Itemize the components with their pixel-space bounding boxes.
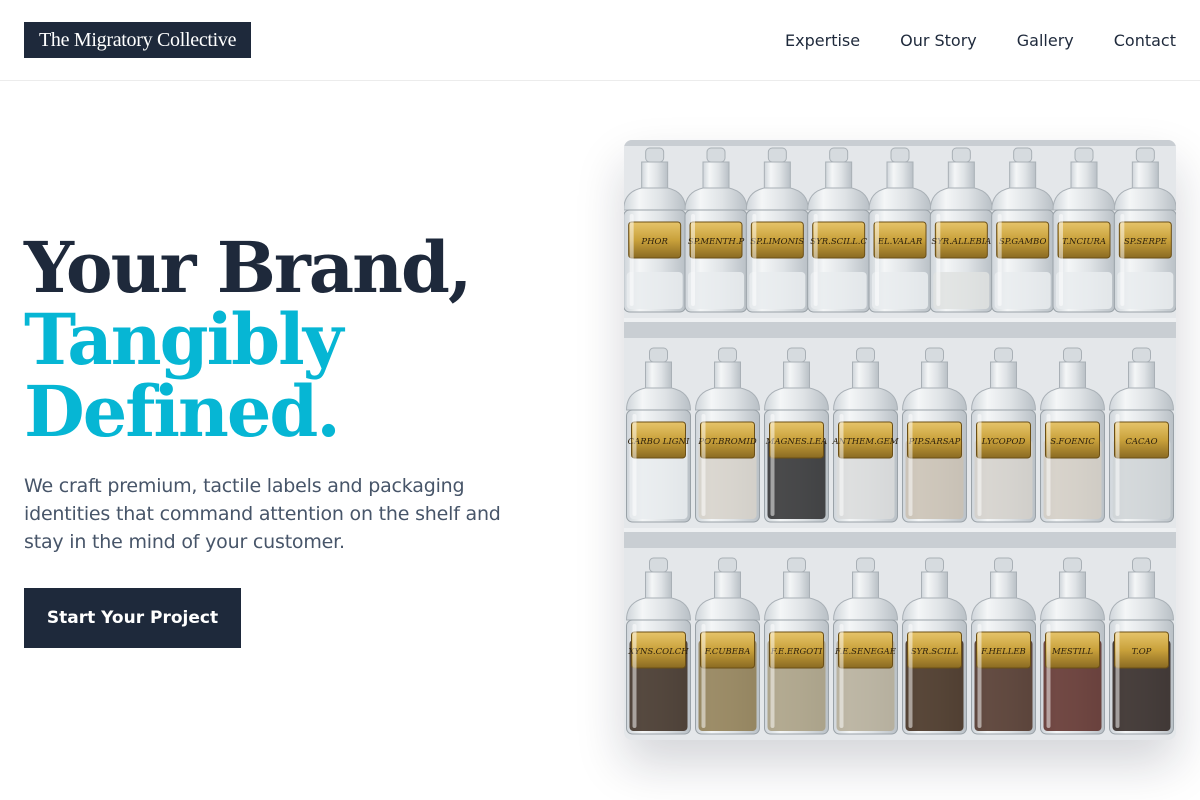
hero-subtitle: We craft premium, tactile labels and pac… bbox=[24, 475, 501, 553]
hero-title-line-1: Your Brand, bbox=[24, 226, 472, 309]
bottle-label: SP.GAMBO bbox=[999, 237, 1047, 247]
bottle-label: F.HELLEB bbox=[980, 647, 1026, 657]
nav-link-contact[interactable]: Contact bbox=[1114, 31, 1176, 50]
bottle-label: F.CUBEBA bbox=[704, 647, 751, 657]
hero-title-line-2: Tangibly bbox=[24, 298, 343, 381]
bottle-label: SYR.SCILL.C bbox=[810, 237, 867, 247]
bottle-label: SP.LIMONIS bbox=[750, 237, 804, 247]
hero-image: PHOR SP.MENTH.P SP.LIMONIS SYR.SCILL.C EL.VA… bbox=[624, 140, 1176, 740]
bottle-label: SP.SERPE bbox=[1124, 237, 1168, 247]
nav-link-gallery[interactable]: Gallery bbox=[1017, 31, 1074, 50]
bottle-label: T.OP bbox=[1132, 647, 1152, 657]
bottle-label: S.FOENIC bbox=[1050, 437, 1095, 447]
nav-link-our-story[interactable]: Our Story bbox=[900, 31, 977, 50]
apothecary-bottles-illustration: PHOR SP.MENTH.P SP.LIMONIS SYR.SCILL.C EL.VA… bbox=[624, 140, 1176, 740]
bottle-label: PHOR bbox=[640, 237, 668, 247]
start-project-button[interactable]: Start Your Project bbox=[24, 588, 241, 648]
bottle-label: SYR.ALLEBIA bbox=[931, 237, 991, 247]
bottle-label: SP.MENTH.P bbox=[688, 237, 745, 247]
bottle-label: F.E.ERGOTI bbox=[770, 647, 823, 657]
logo[interactable]: The Migratory Collective bbox=[24, 22, 252, 58]
bottle-label: POT.BROMID bbox=[697, 437, 756, 447]
hero-title-line-3: Defined. bbox=[24, 370, 341, 453]
bottle-label: SYR.SCILL bbox=[911, 647, 959, 657]
main-nav: Expertise Our Story Gallery Contact bbox=[785, 0, 1176, 80]
bottle-label: EL.VALAR bbox=[877, 237, 923, 247]
bottle-label: XYNS.COLCH bbox=[627, 647, 689, 657]
bottle-label: MESTILL bbox=[1051, 647, 1093, 657]
bottle-label: CARBO LIGNI bbox=[628, 437, 690, 447]
nav-link-expertise[interactable]: Expertise bbox=[785, 31, 860, 50]
hero-title: Your Brand, Tangibly Defined. bbox=[24, 232, 544, 448]
bottle-label: CACAO bbox=[1125, 437, 1157, 447]
bottle-label: T.NCIURA bbox=[1062, 237, 1106, 247]
site-header: The Migratory Collective Expertise Our S… bbox=[0, 0, 1200, 81]
bottle-label: PIP.SARSAP bbox=[908, 437, 961, 447]
bottle-label: LYCOPOD bbox=[981, 437, 1026, 447]
